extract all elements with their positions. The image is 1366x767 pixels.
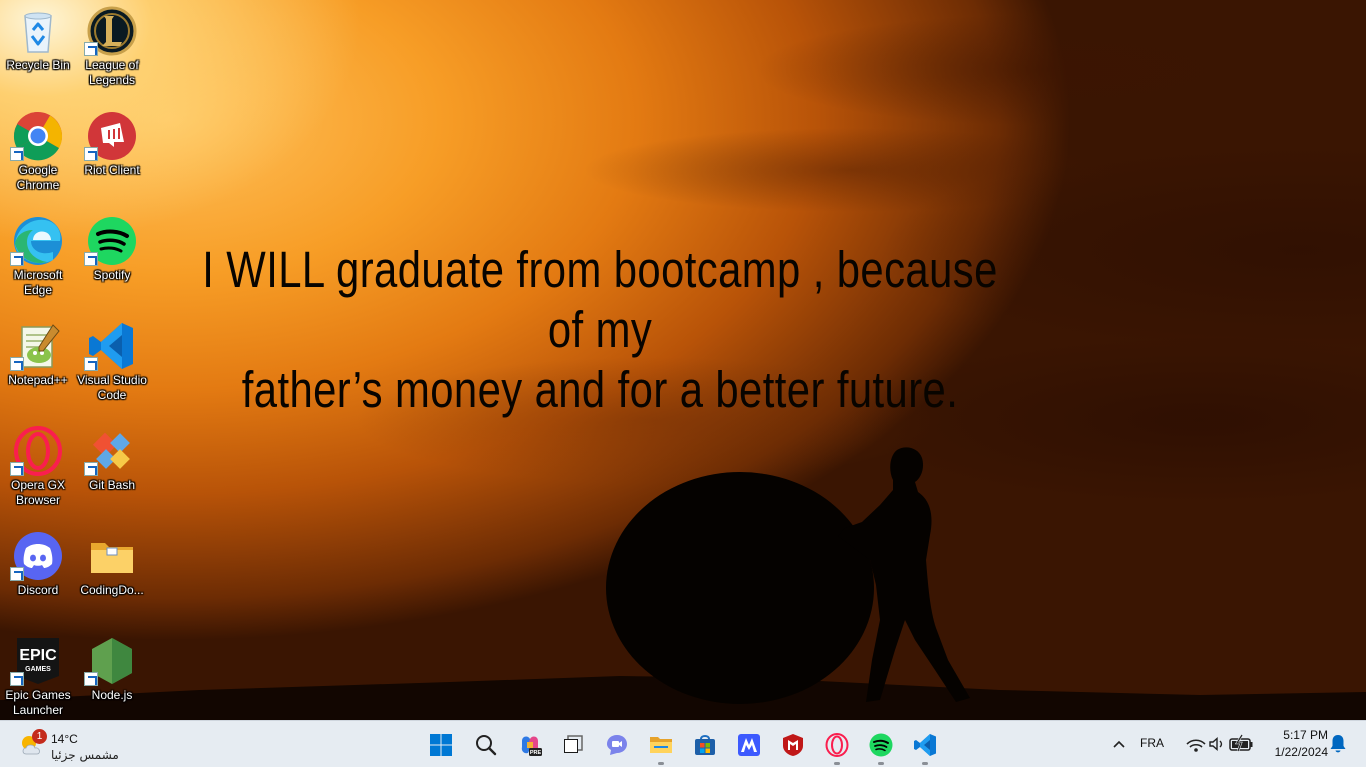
windows-start-icon	[430, 734, 452, 756]
shortcut-arrow-icon	[84, 252, 98, 266]
weather-temperature: 14°C	[51, 732, 78, 746]
desktop-icon-git-bash[interactable]: Git Bash	[74, 422, 150, 518]
show-hidden-icons-chevron-icon[interactable]	[1108, 733, 1130, 755]
clock-date: 1/22/2024	[1274, 745, 1328, 759]
weather-condition: مشمس جزئيا	[51, 748, 119, 762]
desktop-icon-label: Epic Games Launcher	[5, 688, 71, 717]
microsoft-store-icon	[695, 735, 715, 755]
folder-icon	[91, 543, 133, 573]
search-button[interactable]	[466, 725, 506, 765]
quote-line-1: I WILL graduate from bootcamp , because …	[202, 241, 998, 358]
wallpaper-quote: I WILL graduate from bootcamp , because …	[190, 240, 1010, 420]
running-indicator	[878, 762, 884, 765]
task-view-icon	[564, 735, 583, 753]
desktop-icon-label: Visual Studio Code	[77, 373, 147, 402]
desktop-icon-label: Spotify	[93, 268, 131, 282]
microsoft-store-button[interactable]	[685, 725, 725, 765]
desktop-icon-label: Git Bash	[88, 478, 136, 492]
copilot-button[interactable]: PRE	[510, 725, 550, 765]
weather-widget[interactable]: 1 14°C مشمس جزئيا	[14, 725, 134, 765]
desktop-icon-vscode[interactable]: Visual Studio Code	[74, 317, 150, 413]
spotify-taskbar-button[interactable]	[861, 725, 901, 765]
taskbar-clock[interactable]: 5:17 PM 1/22/2024	[1262, 727, 1328, 761]
battery-charging-icon	[1229, 734, 1253, 752]
file-explorer-icon	[650, 737, 672, 753]
desktop-icon-google-chrome[interactable]: Google Chrome	[0, 107, 76, 203]
desktop-icon-label: Opera GX Browser	[10, 478, 66, 507]
copilot-pre-badge: PRE	[530, 750, 542, 756]
vscode-icon	[914, 734, 936, 756]
running-indicator	[922, 762, 928, 765]
opera-gx-icon	[825, 733, 849, 757]
shortcut-arrow-icon	[84, 357, 98, 371]
epic-logo-subtext: GAMES	[25, 666, 51, 673]
desktop-icon-label: League of Legends	[85, 58, 139, 87]
teams-chat-icon	[607, 735, 627, 755]
blue-m-app-icon	[738, 734, 760, 756]
desktop-icon-label: CodingDo...	[80, 583, 144, 597]
start-button[interactable]	[421, 725, 461, 765]
notification-bell-icon[interactable]	[1329, 734, 1347, 754]
shortcut-arrow-icon	[84, 42, 98, 56]
desktop-icon-spotify[interactable]: Spotify	[74, 212, 150, 308]
desktop-icon-label: Microsoft Edge	[13, 268, 63, 297]
volume-icon	[1209, 736, 1223, 752]
shortcut-arrow-icon	[10, 252, 24, 266]
teams-chat-button[interactable]	[597, 725, 637, 765]
wifi-icon	[1186, 739, 1206, 752]
quote-line-2: father’s money and for a better future.	[241, 361, 959, 418]
shortcut-arrow-icon	[10, 462, 24, 476]
mcafee-icon	[783, 734, 803, 756]
desktop-icon-label: Notepad++	[8, 373, 68, 387]
desktop-icon-nodejs[interactable]: Node.js	[74, 632, 150, 728]
shortcut-arrow-icon	[84, 672, 98, 686]
m-app-button[interactable]	[729, 725, 769, 765]
shortcut-arrow-icon	[84, 147, 98, 161]
desktop-wallpaper: I WILL graduate from bootcamp , because …	[0, 0, 1366, 720]
shortcut-arrow-icon	[10, 147, 24, 161]
weather-badge: 1	[32, 729, 47, 744]
opera-gx-taskbar-button[interactable]	[817, 725, 857, 765]
desktop-icon-label: Discord	[17, 583, 59, 597]
desktop-icon-riot-client[interactable]: Riot Client	[74, 107, 150, 203]
file-explorer-button[interactable]	[641, 725, 681, 765]
shortcut-arrow-icon	[10, 357, 24, 371]
desktop-icon-opera-gx[interactable]: Opera GX Browser	[0, 422, 76, 518]
desktop-icon-epic-games[interactable]: EPIC GAMES Epic Games Launcher	[0, 632, 76, 728]
vscode-taskbar-button[interactable]	[905, 725, 945, 765]
system-tray-icons[interactable]	[1180, 731, 1260, 757]
spotify-icon	[869, 733, 893, 757]
recycle-bin-icon	[24, 12, 52, 53]
desktop-icon-label: Google Chrome	[16, 163, 60, 192]
shortcut-arrow-icon	[84, 462, 98, 476]
shortcut-arrow-icon	[10, 672, 24, 686]
desktop-icon-notepadpp[interactable]: Notepad++	[0, 317, 76, 413]
copilot-pre-icon: PRE	[521, 736, 542, 756]
running-indicator	[834, 762, 840, 765]
desktop-icon-codingdo-folder[interactable]: CodingDo...	[74, 527, 150, 623]
shortcut-arrow-icon	[10, 567, 24, 581]
mcafee-button[interactable]	[773, 725, 813, 765]
desktop-icon-microsoft-edge[interactable]: Microsoft Edge	[0, 212, 76, 308]
desktop-icon-label: Riot Client	[84, 163, 140, 177]
desktop-icon-discord[interactable]: Discord	[0, 527, 76, 623]
task-view-button[interactable]	[553, 725, 593, 765]
running-indicator	[658, 762, 664, 765]
epic-logo-text: EPIC	[19, 647, 57, 664]
input-language-indicator[interactable]: FRA	[1140, 736, 1164, 750]
desktop-icon-label: Node.js	[91, 688, 133, 702]
desktop-icon-league-of-legends[interactable]: League of Legends	[74, 2, 150, 98]
search-icon	[476, 735, 497, 756]
desktop-icon-recycle-bin[interactable]: Recycle Bin	[0, 2, 76, 98]
desktop-icon-label: Recycle Bin	[6, 58, 70, 72]
taskbar: 1 14°C مشمس جزئيا PRE FRA 5:17 PM 1/22/2…	[0, 720, 1366, 767]
clock-time: 5:17 PM	[1283, 728, 1328, 742]
